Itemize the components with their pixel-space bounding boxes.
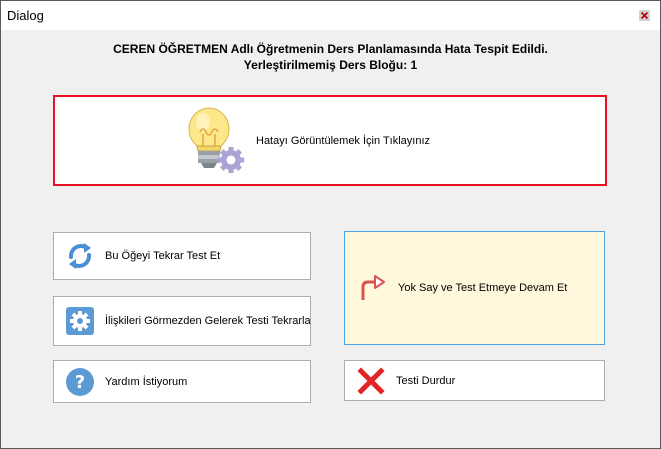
heading-line-2: Yerleştirilmemiş Ders Bloğu: 1 — [243, 58, 418, 72]
gear-icon — [64, 305, 96, 337]
stop-test-label: Testi Durdur — [396, 374, 456, 387]
dialog-window: Dialog CEREN ÖĞRETMEN Adlı Öğretmenin De… — [0, 0, 661, 449]
refresh-icon — [64, 240, 96, 272]
lightbulb-gear-icon — [188, 107, 244, 173]
view-error-label: Hatayı Görüntülemek İçin Tıklayınız — [256, 135, 431, 147]
close-icon — [638, 9, 650, 21]
view-error-panel[interactable]: Hatayı Görüntülemek İçin Tıklayınız — [53, 95, 607, 186]
redirect-arrow-icon — [356, 272, 388, 304]
window-title: Dialog — [7, 8, 44, 23]
ignore-and-continue-label: Yok Say ve Test Etmeye Devam Et — [398, 282, 568, 294]
close-button[interactable] — [636, 7, 652, 23]
svg-text:?: ? — [75, 372, 85, 393]
title-bar: Dialog — [1, 1, 660, 30]
heading-line-1: CEREN ÖĞRETMEN Adlı Öğretmenin Ders Plan… — [113, 42, 548, 56]
stop-test-button[interactable]: Testi Durdur — [344, 360, 605, 401]
ignore-and-continue-button[interactable]: Yok Say ve Test Etmeye Devam Et — [344, 231, 605, 345]
ignore-relations-retest-button[interactable]: İlişkileri Görmezden Gelerek Testi Tekra… — [53, 296, 311, 346]
error-heading: CEREN ÖĞRETMEN Adlı Öğretmenin Ders Plan… — [1, 41, 660, 73]
retest-item-button[interactable]: Bu Öğeyi Tekrar Test Et — [53, 232, 311, 280]
help-icon: ? — [64, 366, 96, 398]
help-label: Yardım İstiyorum — [105, 375, 188, 388]
red-x-icon — [355, 365, 387, 397]
retest-item-label: Bu Öğeyi Tekrar Test Et — [105, 250, 221, 262]
ignore-relations-retest-label: İlişkileri Görmezden Gelerek Testi Tekra… — [105, 315, 311, 327]
help-button[interactable]: ? Yardım İstiyorum — [53, 360, 311, 403]
